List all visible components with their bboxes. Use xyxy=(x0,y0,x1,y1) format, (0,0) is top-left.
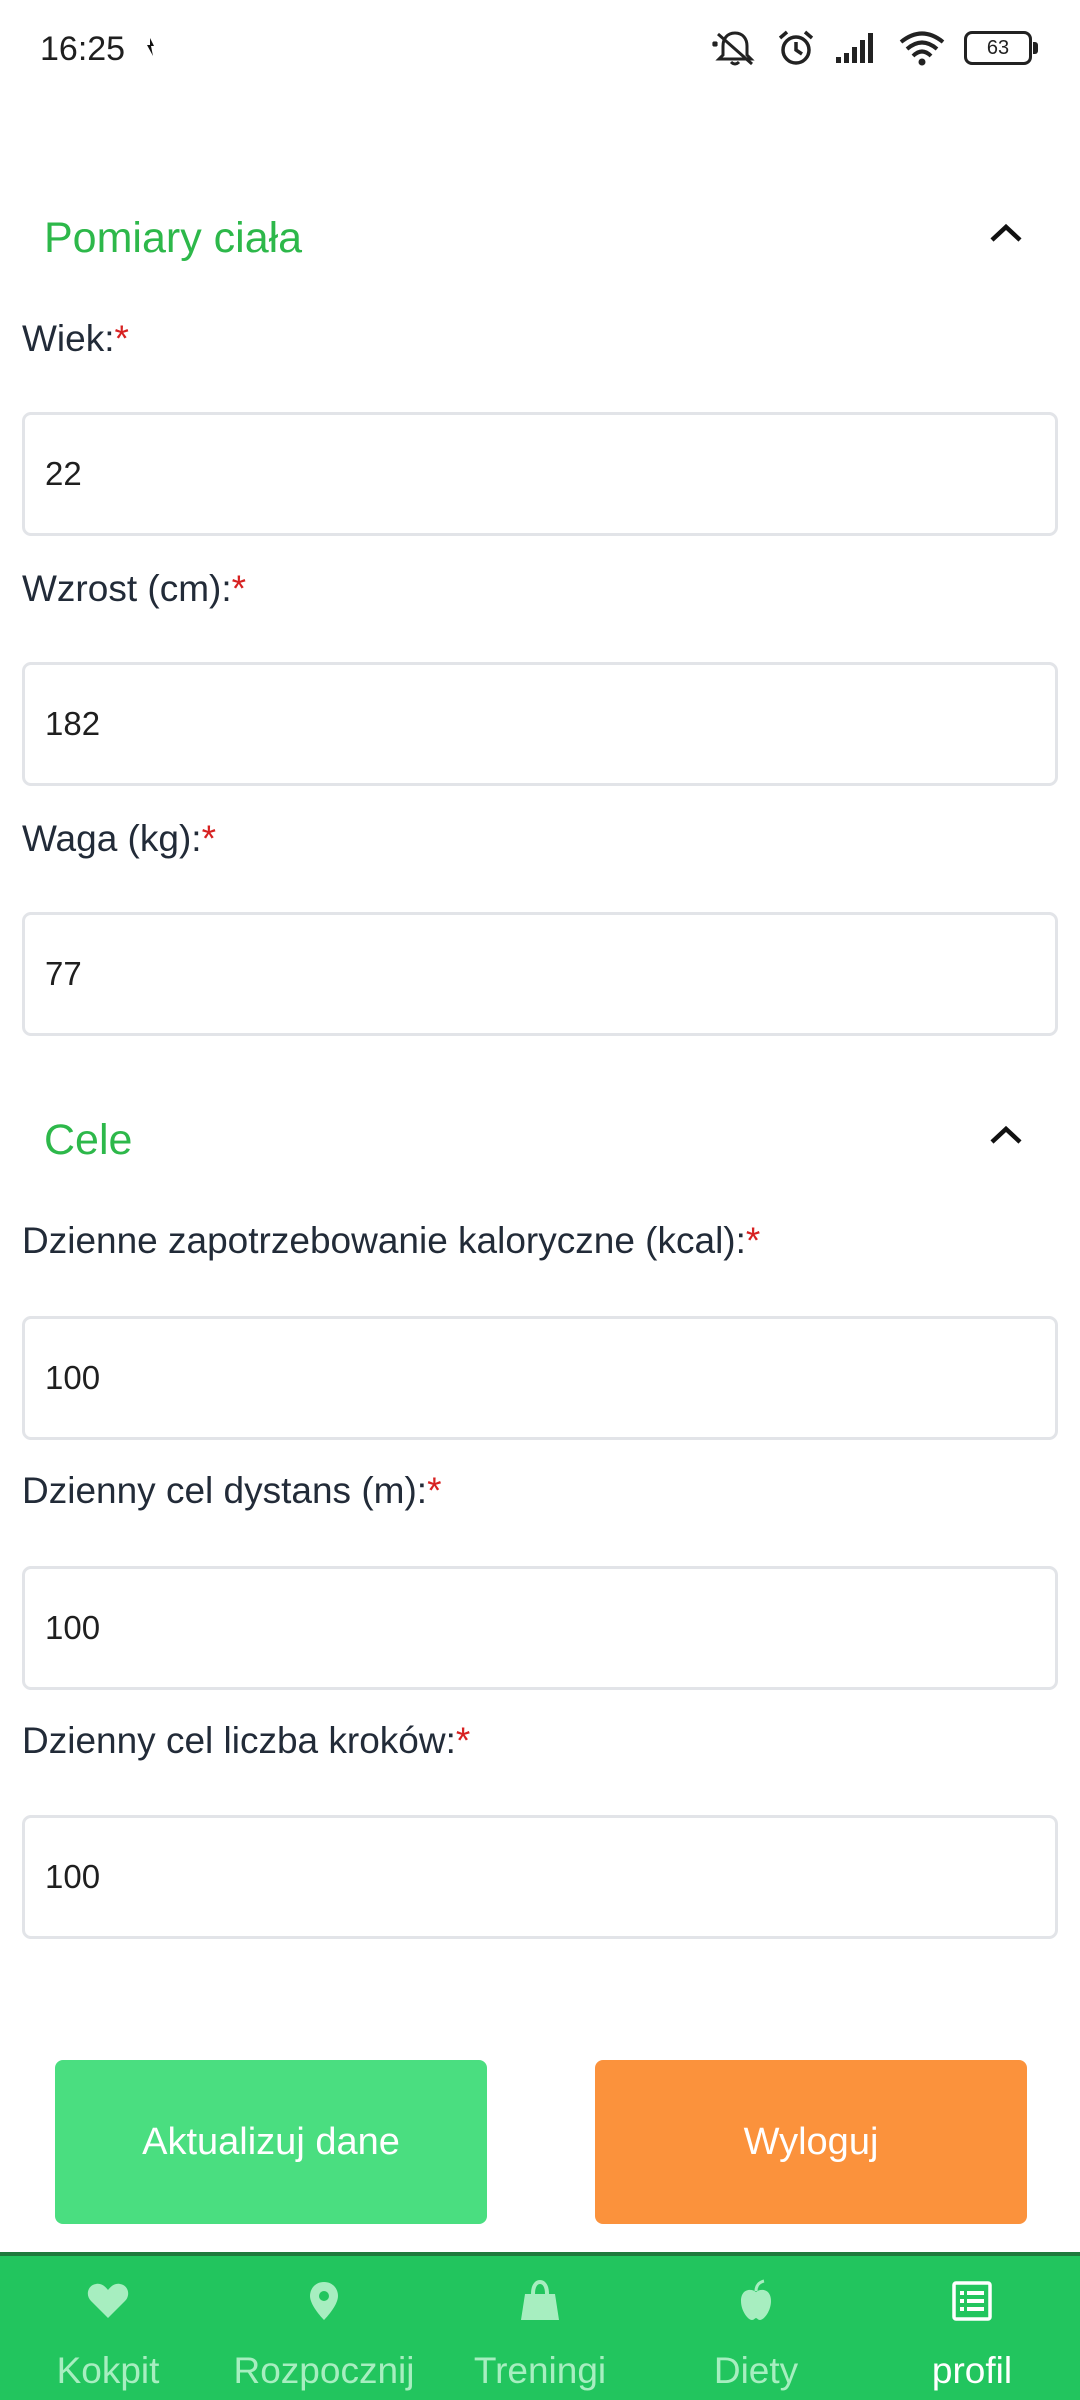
chevron-up-icon[interactable] xyxy=(986,218,1026,248)
required-marker: * xyxy=(455,1720,471,1761)
heart-icon xyxy=(87,2283,129,2318)
required-marker: * xyxy=(201,818,216,859)
section-title: Pomiary ciała xyxy=(44,214,303,262)
field-label-age: Wiek:* xyxy=(22,318,129,359)
notifications-muted-icon xyxy=(712,31,755,66)
height-input[interactable] xyxy=(22,662,1058,786)
field-label-height: Wzrost (cm):* xyxy=(22,568,247,609)
nav-label: profil xyxy=(931,2350,1013,2391)
alarm-icon xyxy=(778,30,814,65)
nav-item-kokpit[interactable]: Kokpit xyxy=(0,2256,216,2400)
app-notification-icon xyxy=(147,38,154,56)
list-icon xyxy=(952,2281,992,2321)
nav-item-rozpocznij[interactable]: Rozpocznij xyxy=(216,2256,432,2400)
weight-input[interactable] xyxy=(22,912,1058,1036)
required-marker: * xyxy=(745,1220,761,1261)
field-label-daily-distance: Dzienny cel dystans (m):* xyxy=(22,1470,442,1511)
logout-button[interactable]: Wyloguj xyxy=(595,2060,1027,2224)
bottom-nav: Kokpit Rozpocznij Treningi Diety profil xyxy=(0,2252,1080,2400)
required-marker: * xyxy=(427,1470,442,1511)
section-header-goals[interactable]: Cele xyxy=(44,1102,1036,1172)
daily-distance-input[interactable] xyxy=(22,1566,1058,1690)
section-header-body-measurements[interactable]: Pomiary ciała xyxy=(44,200,1036,270)
status-time: 16:25 xyxy=(40,30,126,68)
battery-icon: 63 xyxy=(964,31,1038,65)
apple-icon xyxy=(741,2279,771,2320)
chevron-up-icon[interactable] xyxy=(986,1120,1026,1150)
nav-item-profil[interactable]: profil xyxy=(864,2256,1080,2400)
field-label-weight: Waga (kg):* xyxy=(22,818,216,859)
map-pin-icon xyxy=(310,2282,338,2320)
nav-item-diety[interactable]: Diety xyxy=(648,2256,864,2400)
field-label-daily-kcal: Dzienne zapotrzebowanie kaloryczne (kcal… xyxy=(22,1220,761,1261)
section-title: Cele xyxy=(44,1116,133,1164)
required-marker: * xyxy=(114,318,129,359)
nav-label: Kokpit xyxy=(56,2350,160,2391)
status-icons: 63 xyxy=(712,26,1038,70)
daily-kcal-input[interactable] xyxy=(22,1316,1058,1440)
field-label-daily-steps: Dzienny cel liczba kroków:* xyxy=(22,1720,471,1761)
age-input[interactable] xyxy=(22,412,1058,536)
daily-steps-input[interactable] xyxy=(22,1815,1058,1939)
update-data-button[interactable]: Aktualizuj dane xyxy=(55,2060,487,2224)
bag-icon xyxy=(521,2279,559,2320)
status-bar: 16:25 63 xyxy=(0,0,1080,96)
required-marker: * xyxy=(231,568,247,609)
nav-label: Rozpocznij xyxy=(233,2350,415,2391)
nav-label: Diety xyxy=(713,2350,799,2391)
nav-label: Treningi xyxy=(473,2350,607,2391)
signal-icon xyxy=(836,33,873,63)
nav-item-treningi[interactable]: Treningi xyxy=(432,2256,648,2400)
wifi-icon xyxy=(899,31,945,66)
